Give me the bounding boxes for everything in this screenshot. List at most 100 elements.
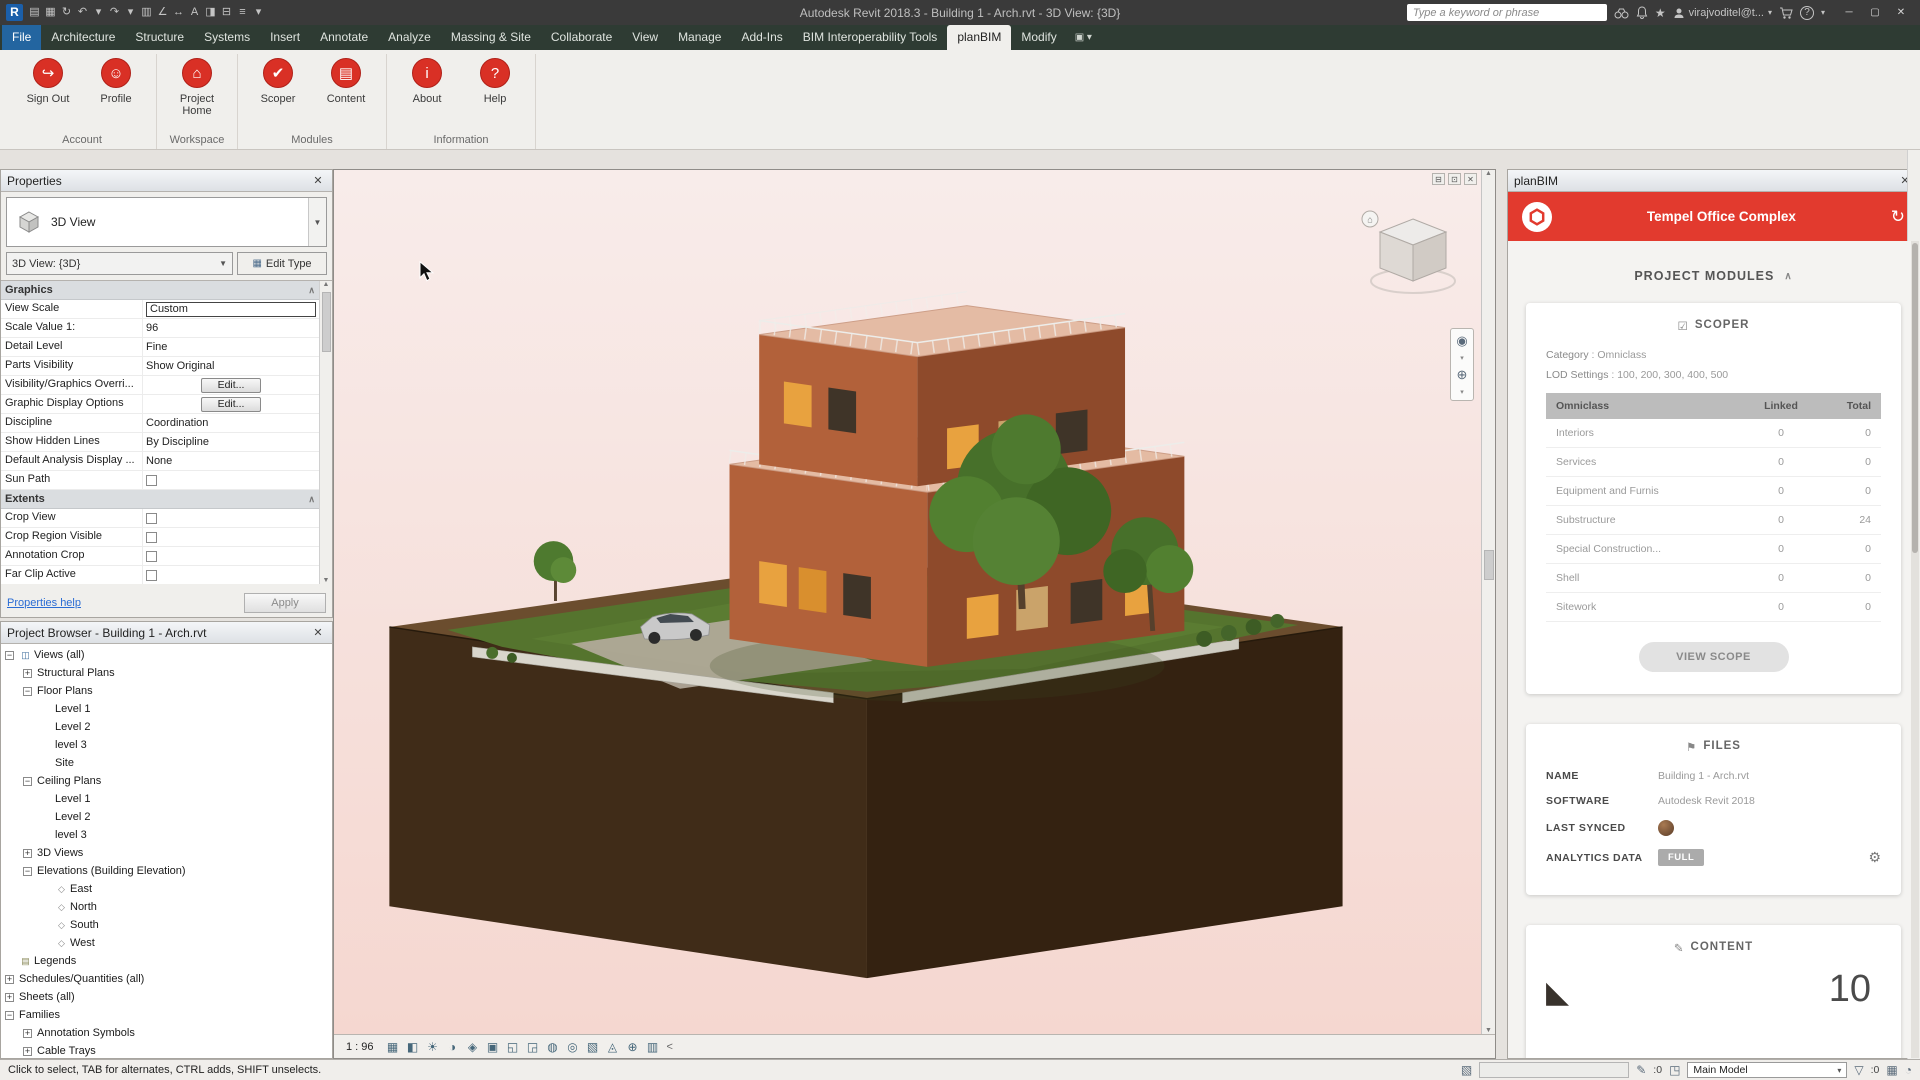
- tree-item[interactable]: level 3: [1, 826, 319, 844]
- show-crop-icon[interactable]: ◱: [504, 1038, 522, 1056]
- steering-wheel-icon[interactable]: ◉: [1456, 333, 1467, 349]
- thin-lines-icon[interactable]: ≡: [235, 0, 250, 25]
- project-home-button[interactable]: ⌂Project Home: [167, 58, 227, 131]
- navbar-caret-icon[interactable]: ▾: [1460, 354, 1464, 362]
- tree-item[interactable]: Sheets (all): [1, 988, 319, 1006]
- measure-icon[interactable]: ∠: [155, 0, 170, 25]
- tree-expander-icon[interactable]: [23, 777, 32, 786]
- notification-bell-icon[interactable]: [1636, 6, 1648, 19]
- account-menu[interactable]: virajvoditel@t... ▾: [1673, 7, 1772, 19]
- tree-item[interactable]: Level 2: [1, 718, 319, 736]
- tree-item[interactable]: Legends: [1, 952, 319, 970]
- about-button[interactable]: iAbout: [397, 58, 457, 131]
- property-value[interactable]: [143, 528, 319, 546]
- tree-expander-icon[interactable]: [23, 687, 32, 696]
- ribbon-tab[interactable]: Architecture: [41, 25, 125, 50]
- reveal-hidden-icon[interactable]: ◎: [564, 1038, 582, 1056]
- apply-button[interactable]: Apply: [244, 593, 326, 613]
- tree-item[interactable]: Cable Trays: [1, 1042, 319, 1058]
- 3d-view-canvas[interactable]: ⊟ ⊡ ✕ ⌂ ◉ ▾ ⊕ ▾: [334, 170, 1495, 1034]
- sync-icon[interactable]: ↻: [59, 0, 74, 25]
- type-selector[interactable]: 3D View ▼: [6, 197, 327, 247]
- crop-view-icon[interactable]: ▣: [484, 1038, 502, 1056]
- worksharing-icon[interactable]: ▥: [644, 1038, 662, 1056]
- tree-item[interactable]: Level 2: [1, 808, 319, 826]
- undo-history-icon[interactable]: ▾: [91, 0, 106, 25]
- omniclass-table-row[interactable]: Services 0 0: [1546, 448, 1881, 477]
- customize-qat-icon[interactable]: ▾: [251, 0, 266, 25]
- omniclass-table-row[interactable]: Interiors 0 0: [1546, 419, 1881, 448]
- ribbon-tab[interactable]: Manage: [668, 25, 731, 50]
- ribbon-tab[interactable]: Analyze: [378, 25, 441, 50]
- favorites-star-icon[interactable]: ★: [1655, 6, 1666, 20]
- tree-item[interactable]: West: [1, 934, 319, 952]
- omniclass-table-row[interactable]: Equipment and Furnis 0 0: [1546, 477, 1881, 506]
- property-value[interactable]: By Discipline: [143, 433, 319, 451]
- property-value[interactable]: Edit...: [143, 376, 319, 394]
- properties-scrollbar[interactable]: ▲ ▼: [319, 281, 332, 584]
- ribbon-tab[interactable]: Collaborate: [541, 25, 622, 50]
- tree-item[interactable]: Schedules/Quantities (all): [1, 970, 319, 988]
- undo-icon[interactable]: ↶: [75, 0, 90, 25]
- omniclass-table-row[interactable]: Special Construction... 0 0: [1546, 535, 1881, 564]
- ribbon-tab[interactable]: Add-Ins: [731, 25, 792, 50]
- tree-item[interactable]: North: [1, 898, 319, 916]
- ribbon-tab[interactable]: View: [622, 25, 668, 50]
- revit-logo-icon[interactable]: R: [6, 4, 23, 21]
- render-icon[interactable]: ◈: [464, 1038, 482, 1056]
- properties-help-link[interactable]: Properties help: [7, 597, 81, 609]
- refresh-icon[interactable]: ↻: [1891, 207, 1905, 227]
- worksets-icon[interactable]: ▧: [1461, 1063, 1472, 1077]
- visual-style-icon[interactable]: ◧: [404, 1038, 422, 1056]
- design-options-icon[interactable]: ◳: [1669, 1063, 1680, 1077]
- view-restore-icon[interactable]: ⊟: [1432, 173, 1445, 185]
- planbim-scrollbar[interactable]: [1911, 241, 1919, 1058]
- extents-section-header[interactable]: Extents ∧: [1, 490, 319, 509]
- scroll-down-icon[interactable]: ▼: [323, 577, 330, 584]
- ribbon-tab[interactable]: File: [2, 25, 41, 50]
- scroll-down-icon[interactable]: ▼: [1485, 1027, 1492, 1034]
- active-workset-select[interactable]: [1479, 1062, 1629, 1078]
- tree-item[interactable]: Annotation Symbols: [1, 1024, 319, 1042]
- sign-out-button[interactable]: ↪Sign Out: [18, 58, 78, 131]
- tree-expander-icon[interactable]: [23, 867, 32, 876]
- tree-item[interactable]: 3D Views: [1, 844, 319, 862]
- analytical-model-icon[interactable]: ◬: [604, 1038, 622, 1056]
- tree-item[interactable]: Views (all): [1, 646, 319, 664]
- property-value[interactable]: Edit...: [143, 395, 319, 413]
- type-selector-caret-icon[interactable]: ▼: [308, 198, 326, 246]
- property-value[interactable]: 96: [143, 319, 319, 337]
- selection-filter-icon[interactable]: ▽: [1854, 1063, 1863, 1077]
- tree-item[interactable]: Ceiling Plans: [1, 772, 319, 790]
- navbar-caret-icon[interactable]: ▾: [1460, 388, 1464, 396]
- tree-item[interactable]: South: [1, 916, 319, 934]
- tree-item[interactable]: Elevations (Building Elevation): [1, 862, 319, 880]
- synced-user-avatar[interactable]: [1658, 820, 1674, 836]
- main-model-select[interactable]: Main Model ▾: [1687, 1062, 1847, 1078]
- temporary-view-icon[interactable]: ▧: [584, 1038, 602, 1056]
- ribbon-tab[interactable]: Systems: [194, 25, 260, 50]
- omniclass-table-row[interactable]: Substructure 0 24: [1546, 506, 1881, 535]
- ribbon-tab[interactable]: Massing & Site: [441, 25, 541, 50]
- view-maximize-icon[interactable]: ⊡: [1448, 173, 1461, 185]
- tree-expander-icon[interactable]: [23, 1029, 32, 1038]
- tree-item[interactable]: Level 1: [1, 790, 319, 808]
- search-icon[interactable]: [1614, 7, 1629, 19]
- zoom-icon[interactable]: ⊕: [1457, 367, 1468, 383]
- search-input[interactable]: [1407, 4, 1607, 21]
- hide-isolate-icon[interactable]: ◍: [544, 1038, 562, 1056]
- help-caret-icon[interactable]: ▾: [1821, 8, 1825, 17]
- close-button[interactable]: ✕: [1888, 0, 1914, 25]
- maximize-button[interactable]: ▢: [1862, 0, 1888, 25]
- analytics-settings-gear-icon[interactable]: ⚙: [1868, 849, 1881, 866]
- constraints-icon[interactable]: ⊕: [624, 1038, 642, 1056]
- property-value[interactable]: Fine: [143, 338, 319, 356]
- property-value[interactable]: [143, 471, 319, 489]
- analytics-full-badge[interactable]: FULL: [1658, 849, 1704, 866]
- edit-type-button[interactable]: ▦ Edit Type: [237, 252, 327, 275]
- content-button[interactable]: ▤Content: [316, 58, 376, 131]
- redo-history-icon[interactable]: ▾: [123, 0, 138, 25]
- select-links-toggle-icon[interactable]: ▦: [1886, 1063, 1897, 1077]
- save-icon[interactable]: ▦: [43, 0, 58, 25]
- viewport-vertical-scrollbar[interactable]: ▲ ▼: [1481, 170, 1495, 1034]
